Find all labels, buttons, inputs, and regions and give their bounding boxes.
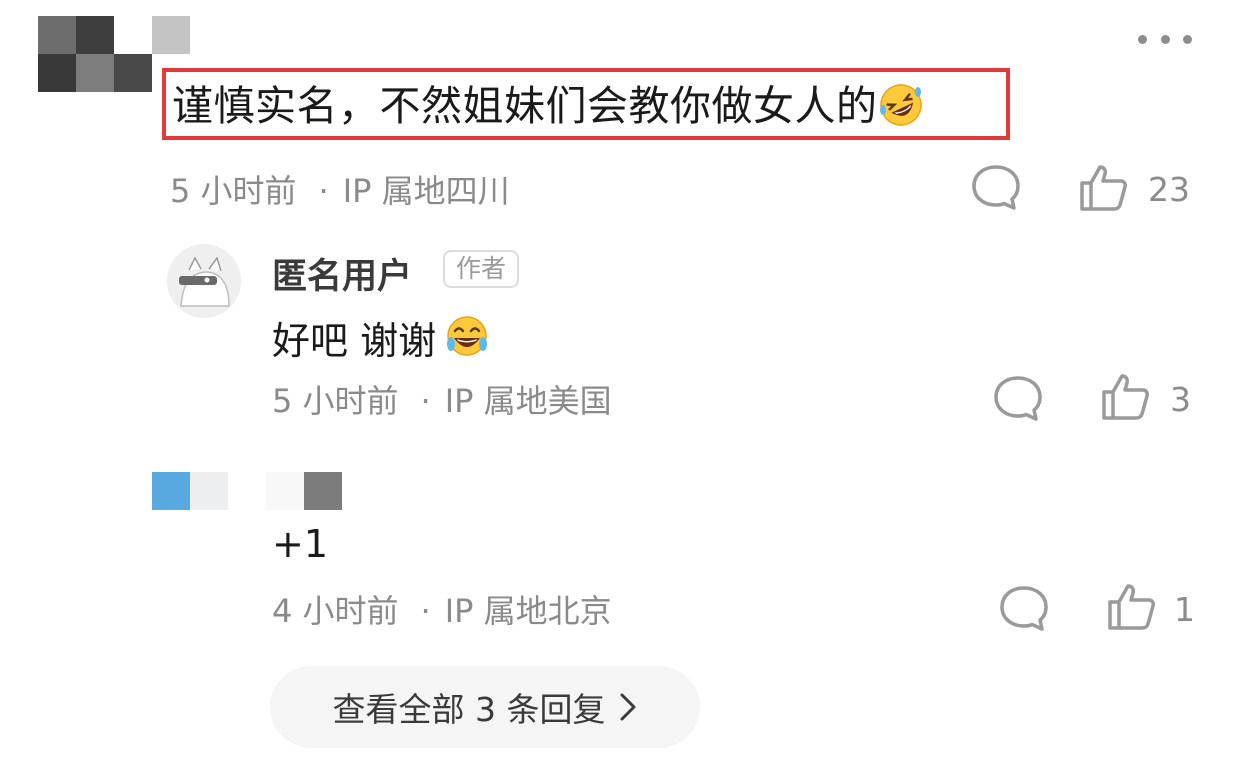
- avatar[interactable]: [167, 244, 241, 318]
- comment-thread: 谨慎实名，不然姐妹们会教你做女人的 5 小时前 · IP 属地四川 23 匿名用…: [0, 0, 1242, 776]
- author-badge: 作者: [443, 250, 520, 288]
- like-thumb-icon[interactable]: [1106, 582, 1158, 632]
- like-count: 1: [1174, 590, 1195, 629]
- comment-text-content: 谨慎实名，不然姐妹们会教你做女人的: [172, 82, 878, 130]
- reply-meta: 4 小时前 · IP 属地北京: [272, 586, 612, 632]
- tears-of-joy-emoji-icon: [444, 314, 490, 369]
- comment-location: IP 属地四川: [342, 172, 510, 210]
- comment-time: 5 小时前: [170, 172, 297, 210]
- reply-location: IP 属地北京: [444, 592, 612, 630]
- rofl-emoji-icon: [878, 82, 924, 140]
- reply-time: 4 小时前: [272, 592, 399, 630]
- reply-text-content: 好吧 谢谢: [272, 319, 437, 363]
- like-thumb-icon[interactable]: [1100, 372, 1152, 422]
- reply-meta: 5 小时前 · IP 属地美国: [272, 376, 612, 422]
- censored-username[interactable]: [266, 472, 342, 510]
- separator-dot: ·: [420, 382, 431, 420]
- like-count: 23: [1148, 170, 1190, 209]
- reply-text: +1: [272, 522, 329, 566]
- reply-text: 好吧 谢谢: [272, 310, 490, 369]
- separator-dot: ·: [420, 592, 431, 630]
- like-thumb-icon[interactable]: [1078, 163, 1130, 213]
- comment-text: 谨慎实名，不然姐妹们会教你做女人的: [172, 80, 924, 140]
- like-count: 3: [1170, 380, 1191, 419]
- reply-bubble-icon[interactable]: [998, 584, 1050, 634]
- chevron-right-icon: [620, 693, 636, 721]
- username[interactable]: 匿名用户: [272, 248, 412, 299]
- view-all-replies-button[interactable]: 查看全部 3 条回复: [270, 666, 700, 748]
- separator-dot: ·: [318, 172, 329, 210]
- more-options-icon[interactable]: [1138, 28, 1192, 50]
- reply-bubble-icon[interactable]: [970, 163, 1022, 213]
- reply-bubble-icon[interactable]: [992, 374, 1044, 424]
- comment-meta: 5 小时前 · IP 属地四川: [170, 166, 510, 212]
- reply-time: 5 小时前: [272, 382, 399, 420]
- censored-avatar[interactable]: [152, 472, 228, 510]
- view-all-label: 查看全部 3 条回复: [332, 690, 606, 729]
- reply-location: IP 属地美国: [444, 382, 612, 420]
